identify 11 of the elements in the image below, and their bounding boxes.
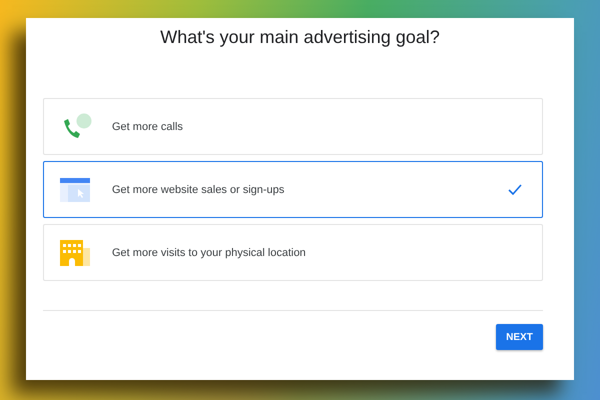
goal-option[interactable]: Get more website sales or sign-ups: [43, 161, 543, 218]
next-button[interactable]: NEXT: [496, 324, 543, 350]
goal-option[interactable]: Get more visits to your physical location: [43, 224, 543, 281]
building-icon: [60, 240, 92, 266]
goal-option[interactable]: Get more calls: [43, 98, 543, 155]
browser-window-icon: [60, 178, 92, 202]
dialog-title: What's your main advertising goal?: [159, 26, 441, 48]
checkmark-icon: [508, 184, 522, 195]
option-label: Get more visits to your physical location: [112, 246, 307, 258]
option-label: Get more calls: [112, 120, 184, 132]
option-label: Get more website sales or sign-ups: [112, 184, 286, 196]
